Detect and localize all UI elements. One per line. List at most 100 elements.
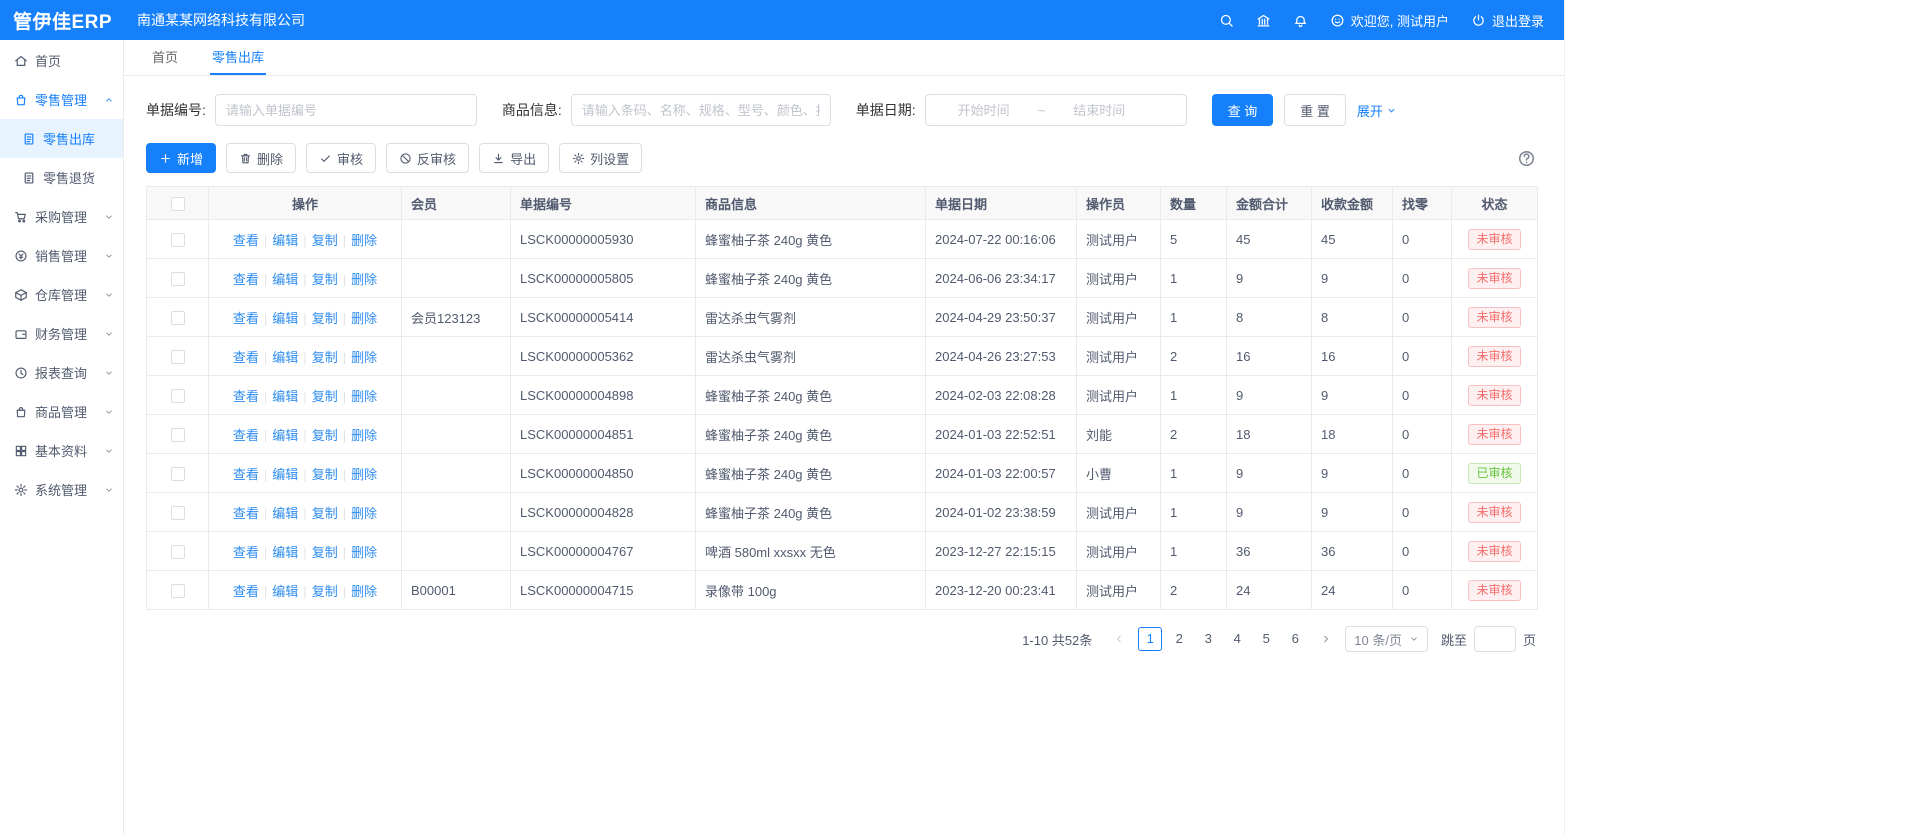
view-link[interactable]: 查看 xyxy=(233,311,259,326)
row-checkbox[interactable] xyxy=(171,506,185,520)
view-link[interactable]: 查看 xyxy=(233,350,259,365)
tab-retail-outbound[interactable]: 零售出库 xyxy=(210,40,266,75)
row-checkbox[interactable] xyxy=(171,467,185,481)
pagination-total: 1-10 共52条 xyxy=(1022,630,1092,649)
delete-link[interactable]: 删除 xyxy=(351,350,377,365)
view-link[interactable]: 查看 xyxy=(233,233,259,248)
sidebar-item-system[interactable]: 系统管理 xyxy=(0,470,123,509)
jump-page-input[interactable] xyxy=(1474,626,1516,652)
row-checkbox[interactable] xyxy=(171,233,185,247)
sidebar-item-retail-return[interactable]: 零售退货 xyxy=(0,158,123,197)
logout-button[interactable]: 退出登录 xyxy=(1471,11,1544,30)
bell-icon[interactable] xyxy=(1293,13,1308,28)
row-checkbox[interactable] xyxy=(171,350,185,364)
sidebar-item-warehouse[interactable]: 仓库管理 xyxy=(0,275,123,314)
copy-link[interactable]: 复制 xyxy=(312,428,338,443)
edit-link[interactable]: 编辑 xyxy=(272,584,298,599)
view-link[interactable]: 查看 xyxy=(233,467,259,482)
chevron-down-icon xyxy=(1386,105,1397,116)
copy-link[interactable]: 复制 xyxy=(312,311,338,326)
row-checkbox[interactable] xyxy=(171,545,185,559)
columns-button[interactable]: 列设置 xyxy=(559,143,642,173)
sidebar-item-retail[interactable]: 零售管理 xyxy=(0,80,123,119)
checkbox-cell xyxy=(147,259,209,298)
delete-link[interactable]: 删除 xyxy=(351,545,377,560)
edit-link[interactable]: 编辑 xyxy=(272,311,298,326)
bank-icon[interactable] xyxy=(1256,13,1271,28)
delete-link[interactable]: 删除 xyxy=(351,467,377,482)
help-icon[interactable] xyxy=(1517,149,1536,168)
delete-link[interactable]: 删除 xyxy=(351,233,377,248)
edit-link[interactable]: 编辑 xyxy=(272,467,298,482)
copy-link[interactable]: 复制 xyxy=(312,350,338,365)
delete-button[interactable]: 删除 xyxy=(226,143,296,173)
tab-home[interactable]: 首页 xyxy=(150,40,180,75)
export-button[interactable]: 导出 xyxy=(479,143,549,173)
edit-link[interactable]: 编辑 xyxy=(272,233,298,248)
row-checkbox[interactable] xyxy=(171,584,185,598)
view-link[interactable]: 查看 xyxy=(233,428,259,443)
delete-link[interactable]: 删除 xyxy=(351,506,377,521)
sidebar-item-basic[interactable]: 基本资料 xyxy=(0,431,123,470)
product-input[interactable] xyxy=(571,94,831,126)
copy-link[interactable]: 复制 xyxy=(312,467,338,482)
order-no-input[interactable] xyxy=(215,94,477,126)
view-link[interactable]: 查看 xyxy=(233,584,259,599)
edit-link[interactable]: 编辑 xyxy=(272,428,298,443)
delete-link[interactable]: 删除 xyxy=(351,428,377,443)
view-link[interactable]: 查看 xyxy=(233,545,259,560)
sidebar-item-finance[interactable]: 财务管理 xyxy=(0,314,123,353)
row-checkbox[interactable] xyxy=(171,311,185,325)
page-number-5[interactable]: 5 xyxy=(1254,627,1278,651)
copy-link[interactable]: 复制 xyxy=(312,506,338,521)
page-number-2[interactable]: 2 xyxy=(1167,627,1191,651)
reset-button[interactable]: 重 置 xyxy=(1284,94,1346,126)
row-checkbox[interactable] xyxy=(171,389,185,403)
copy-link[interactable]: 复制 xyxy=(312,389,338,404)
copy-link[interactable]: 复制 xyxy=(312,233,338,248)
sidebar-item-sales[interactable]: 销售管理 xyxy=(0,236,123,275)
view-link[interactable]: 查看 xyxy=(233,272,259,287)
audit-button[interactable]: 审核 xyxy=(306,143,376,173)
copy-link[interactable]: 复制 xyxy=(312,584,338,599)
sidebar-item-retail-outbound[interactable]: 零售出库 xyxy=(0,119,123,158)
copy-link[interactable]: 复制 xyxy=(312,272,338,287)
sidebar-item-purchase[interactable]: 采购管理 xyxy=(0,197,123,236)
delete-link[interactable]: 删除 xyxy=(351,272,377,287)
delete-link[interactable]: 删除 xyxy=(351,311,377,326)
sidebar-item-home[interactable]: 首页 xyxy=(0,41,123,80)
page-number-3[interactable]: 3 xyxy=(1196,627,1220,651)
add-button[interactable]: 新增 xyxy=(146,143,216,173)
prev-page-button[interactable] xyxy=(1107,627,1131,651)
view-link[interactable]: 查看 xyxy=(233,389,259,404)
page-size-select[interactable]: 10 条/页 xyxy=(1345,626,1428,652)
page-number-4[interactable]: 4 xyxy=(1225,627,1249,651)
date-cell: 2024-07-22 00:16:06 xyxy=(926,220,1077,259)
next-page-button[interactable] xyxy=(1314,627,1338,651)
user-menu[interactable]: 欢迎您, 测试用户 xyxy=(1330,11,1449,30)
sidebar-item-goods[interactable]: 商品管理 xyxy=(0,392,123,431)
search-button[interactable]: 查 询 xyxy=(1212,94,1274,126)
delete-link[interactable]: 删除 xyxy=(351,389,377,404)
row-checkbox[interactable] xyxy=(171,428,185,442)
copy-link[interactable]: 复制 xyxy=(312,545,338,560)
delete-link[interactable]: 删除 xyxy=(351,584,377,599)
date-range-picker[interactable]: ~ xyxy=(925,94,1187,126)
edit-link[interactable]: 编辑 xyxy=(272,389,298,404)
edit-link[interactable]: 编辑 xyxy=(272,545,298,560)
row-checkbox[interactable] xyxy=(171,272,185,286)
page-number-6[interactable]: 6 xyxy=(1283,627,1307,651)
expand-link[interactable]: 展开 xyxy=(1357,101,1397,120)
view-link[interactable]: 查看 xyxy=(233,506,259,521)
page-number-1[interactable]: 1 xyxy=(1138,627,1162,651)
edit-link[interactable]: 编辑 xyxy=(272,350,298,365)
date-start-input[interactable] xyxy=(934,103,1034,118)
sidebar-item-reports[interactable]: 报表查询 xyxy=(0,353,123,392)
edit-link[interactable]: 编辑 xyxy=(272,272,298,287)
edit-link[interactable]: 编辑 xyxy=(272,506,298,521)
select-all-checkbox[interactable] xyxy=(171,197,185,211)
unaudit-button[interactable]: 反审核 xyxy=(386,143,469,173)
search-icon[interactable] xyxy=(1219,13,1234,28)
product-cell: 蜂蜜柚子茶 240g 黄色 xyxy=(696,415,926,454)
date-end-input[interactable] xyxy=(1049,103,1149,118)
